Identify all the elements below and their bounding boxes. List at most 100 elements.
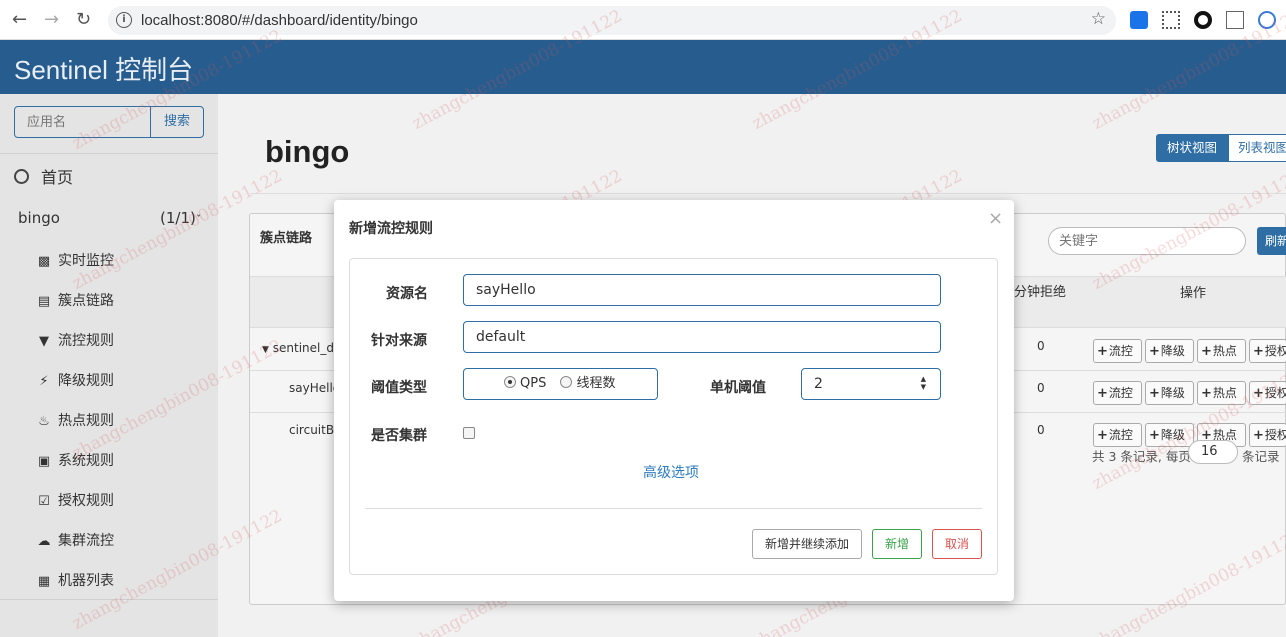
dialog-body: 资源名 sayHello 针对来源 default 阈值类型 QPS 线程数 单… [349,258,998,575]
app-brand[interactable]: Sentinel 控制台 [14,50,193,87]
stepper-icon[interactable]: ▲ ▼ [921,375,926,391]
grade-label: 阈值类型 [371,380,427,396]
keyword-input[interactable] [1048,227,1246,255]
sidebar-item-flow-rules[interactable]: ▼ 流控规则 [36,330,114,350]
divider [365,508,982,509]
list-view-button[interactable]: 列表视图 [1228,134,1286,162]
save-and-continue-button[interactable]: 新增并继续添加 [752,529,862,559]
radio-icon [560,376,573,388]
refresh-button[interactable]: 刷新 [1257,227,1286,255]
hotspot-button[interactable]: +热点 [1197,381,1246,405]
origin-label: 针对来源 [371,333,427,349]
cluster-label: 是否集群 [371,428,427,444]
forward-icon[interactable]: → [44,9,59,30]
auth-button[interactable]: +授权 [1249,339,1286,363]
row-name[interactable]: ▼ sentinel_de [262,341,341,355]
bar-chart-icon: ▩ [37,254,51,269]
browser-toolbar: ← → ↻ i localhost:8080/#/dashboard/ident… [0,0,1286,40]
origin-input[interactable]: default [463,321,941,353]
app-header: Sentinel 控制台 [0,40,1286,94]
cancel-button[interactable]: 取消 [932,529,982,559]
dialog-title: 新增流控规则 [349,221,433,237]
globe-extension-icon[interactable] [1258,11,1276,29]
hotspot-button[interactable]: +热点 [1197,339,1246,363]
degrade-button[interactable]: +降级 [1145,339,1194,363]
app-search-input[interactable] [14,106,151,138]
flow-button[interactable]: +流控 [1093,339,1142,363]
radio-checked-icon [504,376,516,388]
sidebar-item-label: 实时监控 [58,253,114,269]
sidebar-item-label: 首页 [41,168,74,187]
sidebar-item-hotspot-rules[interactable]: ♨ 热点规则 [36,410,114,430]
sidebar-item-chain[interactable]: ▤ 簇点链路 [36,290,114,310]
sidebar-item-system-rules[interactable]: ▣ 系统规则 [36,450,114,470]
sidebar-item-cluster-flow[interactable]: ☁ 集群流控 [36,530,115,550]
qps-radio[interactable]: QPS [504,376,546,391]
sidebar-item-label: 降级规则 [58,373,114,389]
info-icon[interactable]: i [116,12,132,28]
sidebar-item-auth-rules[interactable]: ☑ 授权规则 [36,490,114,510]
sidebar-item-home[interactable]: 首页 [14,164,73,188]
row-reject: 0 [1037,339,1045,353]
auth-button[interactable]: +授权 [1249,381,1286,405]
add-button[interactable]: 新增 [872,529,922,559]
auth-button[interactable]: +授权 [1249,423,1286,447]
search-button[interactable]: 搜索 [150,106,204,138]
sidebar-item-machines[interactable]: ▦ 机器列表 [36,570,114,590]
cloud-icon: ☁ [37,534,51,549]
bookmark-star-icon[interactable]: ☆ [1091,9,1106,29]
pager-suffix: 条记录 [1242,449,1280,464]
image-extension-icon[interactable] [1226,11,1244,29]
row-reject: 0 [1037,423,1045,437]
list-icon: ▤ [37,294,51,309]
flash-icon: ⚡ [39,374,49,389]
sidebar-item-label: 热点规则 [58,413,114,429]
threshold-label: 单机阈值 [710,380,766,396]
url-text[interactable]: localhost:8080/#/dashboard/identity/bing… [141,12,418,29]
reload-icon[interactable]: ↻ [76,9,91,30]
sidebar-item-label: 系统规则 [58,453,114,469]
page-title: bingo [265,134,350,169]
flow-button[interactable]: +流控 [1093,423,1142,447]
tree-view-button[interactable]: 树状视图 [1156,134,1228,162]
caret-down-icon: ▼ [262,345,269,355]
flow-button[interactable]: +流控 [1093,381,1142,405]
sidebar-item-degrade-rules[interactable]: ⚡ 降级规则 [36,370,114,390]
col-reject-header: 分钟拒绝 [1013,285,1066,300]
sidebar-item-realtime[interactable]: ▩ 实时监控 [36,250,114,270]
extension-icon[interactable] [1130,11,1148,29]
close-icon[interactable]: × [988,208,1003,229]
degrade-button[interactable]: +降级 [1145,381,1194,405]
address-bar[interactable]: i localhost:8080/#/dashboard/identity/bi… [108,6,1116,35]
advanced-options-link[interactable]: 高级选项 [643,462,699,482]
resource-label: 资源名 [386,286,428,302]
filter-icon: ▼ [39,334,49,349]
sidebar-item-label: 授权规则 [58,493,114,509]
back-icon[interactable]: ← [12,9,27,30]
clock-icon [14,169,29,184]
sidebar-divider [0,599,218,600]
sidebar-item-label: 机器列表 [58,573,114,589]
thread-radio[interactable]: 线程数 [560,376,615,391]
check-icon: ☑ [38,494,50,509]
page-size-input[interactable]: 16 [1188,440,1238,464]
row-name[interactable]: sayHello [289,381,340,395]
lock-icon: ▣ [37,454,51,469]
resource-input[interactable]: sayHello [463,274,941,306]
qr-icon[interactable] [1162,11,1180,29]
sidebar-item-label: 簇点链路 [58,293,114,309]
row-reject: 0 [1037,381,1045,395]
sidebar-divider [0,153,218,154]
divider [250,193,1286,194]
cluster-checkbox[interactable] [463,427,475,439]
col-ops-header: 操作 [1179,286,1206,301]
chevron-down-icon: ˇ [195,213,202,226]
circle-extension-icon[interactable] [1194,11,1212,29]
threshold-input[interactable]: 2 ▲ ▼ [801,368,941,400]
app-group-count[interactable]: (1/1)ˇ [160,209,201,227]
app-search: 搜索 [14,106,204,138]
sidebar: 搜索 首页 bingo (1/1)ˇ ▩ 实时监控 ▤ 簇点链路 ▼ 流控规则 ⚡ 降级… [0,94,218,637]
degrade-button[interactable]: +降级 [1145,423,1194,447]
app-group-name[interactable]: bingo [18,209,60,227]
sidebar-item-label: 流控规则 [58,333,114,349]
